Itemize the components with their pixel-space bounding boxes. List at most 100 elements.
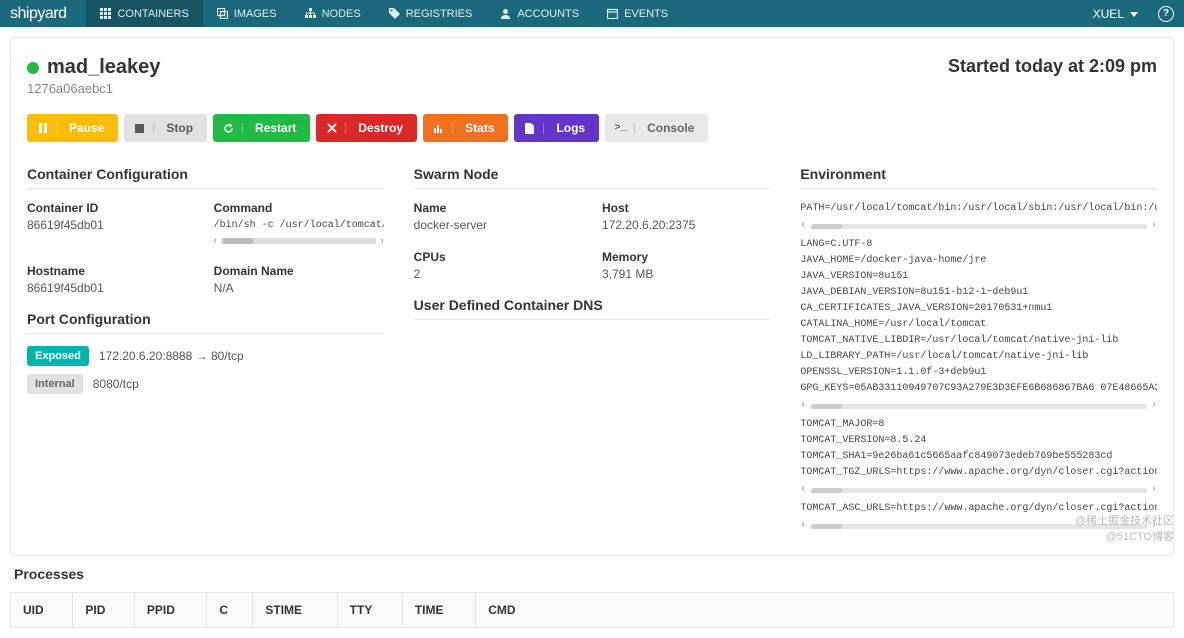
caret-down-icon [1130, 10, 1138, 18]
env-list: PATH=/usr/local/tomcat/bin:/usr/local/sb… [800, 201, 1157, 534]
pause-icon [37, 123, 57, 133]
terminal-icon: >_ [615, 123, 635, 134]
nav-registries[interactable]: REGISTRIES [375, 0, 487, 27]
table-header[interactable]: PID [73, 593, 135, 628]
stop-button[interactable]: Stop [124, 114, 207, 142]
brand-logo[interactable]: shipyard [10, 5, 66, 23]
env-var: LD_LIBRARY_PATH=/usr/local/tomcat/native… [800, 349, 1157, 365]
section-header: Port Configuration [27, 311, 384, 334]
env-var: JAVA_DEBIAN_VERSION=8u151-b12-1~deb9u1 [800, 285, 1157, 301]
nav-accounts[interactable]: ACCOUNTS [486, 0, 593, 27]
field-label: Container ID [27, 201, 194, 215]
nav-nodes[interactable]: NODES [291, 0, 375, 27]
table-header[interactable]: PPID [134, 593, 206, 628]
user-menu[interactable]: XUEL [1083, 7, 1148, 21]
port-text: 8080/tcp [93, 377, 139, 391]
container-id: 1276a06aebc1 [27, 81, 160, 96]
nav-label: CONTAINERS [117, 8, 188, 20]
exposed-badge: Exposed [27, 346, 89, 366]
field-value: 3,791 MB [602, 267, 770, 281]
port-row: Internal 8080/tcp [27, 374, 384, 394]
env-var: JAVA_HOME=/docker-java-home/jre [800, 253, 1157, 269]
header-row: mad_leakey 1276a06aebc1 Started today at… [27, 56, 1157, 96]
field-label: Domain Name [214, 264, 384, 278]
nav-images[interactable]: IMAGES [203, 0, 291, 27]
status-dot-running [27, 62, 39, 74]
env-var: TOMCAT_SHA1=9e26ba61c5665aafc849073edeb7… [800, 449, 1157, 465]
table-header[interactable]: TIME [402, 593, 475, 628]
watermark: @稀土掘金技术社区 @51CTO博客 [1075, 514, 1174, 545]
calendar-icon [607, 8, 618, 19]
destroy-button[interactable]: Destroy [316, 114, 417, 142]
section-header: Container Configuration [27, 166, 384, 189]
field-label: Command [214, 201, 384, 215]
field-label: CPUs [414, 250, 582, 264]
table-header[interactable]: UID [11, 593, 73, 628]
chevron-right-icon[interactable]: › [380, 235, 383, 246]
table-header[interactable]: STIME [253, 593, 337, 628]
env-var: LANG=C.UTF-8 [800, 237, 1157, 253]
env-var: GPG_KEYS=05AB33110949707C93A279E3D3EFE6B… [800, 381, 1157, 397]
field-value: 86619f45db01 [27, 218, 194, 232]
nav-label: REGISTRIES [406, 8, 473, 20]
internal-badge: Internal [27, 374, 83, 394]
field-label: Memory [602, 250, 770, 264]
table-header[interactable]: TTY [337, 593, 402, 628]
nav-containers[interactable]: CONTAINERS [86, 0, 202, 27]
pause-button[interactable]: Pause [27, 114, 118, 142]
field-value: N/A [214, 281, 384, 295]
nav-label: IMAGES [234, 8, 277, 20]
close-icon [326, 123, 346, 133]
section-header: Swarm Node [414, 166, 771, 189]
scrollbar[interactable]: ‹› [800, 218, 1157, 234]
clone-icon [217, 8, 228, 19]
col-swarm: Swarm Node Name docker-server Host 172.2… [414, 162, 771, 537]
logs-button[interactable]: Logs [514, 114, 599, 142]
env-var: OPENSSL_VERSION=1.1.0f-3+deb9u1 [800, 365, 1157, 381]
table-header[interactable]: C [207, 593, 253, 628]
chevron-left-icon[interactable]: ‹ [214, 235, 217, 246]
scrollbar[interactable]: ‹› [214, 235, 384, 246]
env-var: TOMCAT_TGZ_URLS=https://www.apache.org/d… [800, 465, 1157, 481]
command-value[interactable]: /bin/sh -c /usr/local/tomcat/bin [214, 218, 384, 233]
started-time: Started today at 2:09 pm [948, 56, 1157, 77]
help-icon[interactable]: ? [1158, 6, 1174, 22]
env-var: TOMCAT_MAJOR=8 [800, 417, 1157, 433]
field-value: 86619f45db01 [27, 281, 194, 295]
env-var: PATH=/usr/local/tomcat/bin:/usr/local/sb… [800, 201, 1157, 217]
field-label: Host [602, 201, 770, 215]
stop-icon [134, 124, 154, 133]
nav-label: ACCOUNTS [517, 8, 579, 20]
page-content: mad_leakey 1276a06aebc1 Started today at… [10, 37, 1174, 556]
scrollbar[interactable]: ‹› [800, 398, 1157, 414]
field-value: 172.20.6.20:2375 [602, 218, 770, 232]
nav-events[interactable]: EVENTS [593, 0, 682, 27]
field-label: Hostname [27, 264, 194, 278]
nav-label: NODES [322, 8, 361, 20]
nav-menu: CONTAINERS IMAGES NODES REGISTRIES ACCOU… [86, 0, 1082, 27]
col-env: Environment PATH=/usr/local/tomcat/bin:/… [800, 162, 1157, 537]
sitemap-icon [305, 8, 316, 19]
container-name: mad_leakey [47, 56, 160, 79]
user-name: XUEL [1093, 7, 1124, 21]
field-value: 2 [414, 267, 582, 281]
env-var: TOMCAT_VERSION=8.5.24 [800, 433, 1157, 449]
col-config: Container Configuration Container ID 866… [27, 162, 384, 537]
processes-section: Processes UIDPIDPPIDCSTIMETTYTIMECMD [10, 566, 1174, 628]
action-buttons: Pause Stop Restart Destroy Stats Logs >_… [27, 114, 1157, 142]
nav-right: XUEL ? [1083, 6, 1174, 22]
console-button[interactable]: >_Console [605, 114, 708, 142]
table-header[interactable]: CMD [476, 593, 1174, 628]
stats-button[interactable]: Stats [423, 114, 508, 142]
env-var: CATALINA_HOME=/usr/local/tomcat [800, 317, 1157, 333]
port-row: Exposed 172.20.6.20:8888 → 80/tcp [27, 346, 384, 366]
user-icon [500, 8, 511, 19]
processes-table: UIDPIDPPIDCSTIMETTYTIMECMD [10, 592, 1174, 628]
scrollbar[interactable]: ‹› [800, 482, 1157, 498]
file-icon [524, 123, 544, 134]
restart-button[interactable]: Restart [213, 114, 310, 142]
section-header: User Defined Container DNS [414, 297, 771, 320]
columns: Container Configuration Container ID 866… [27, 162, 1157, 537]
tag-icon [389, 8, 400, 19]
port-text[interactable]: 172.20.6.20:8888 → 80/tcp [99, 349, 244, 363]
